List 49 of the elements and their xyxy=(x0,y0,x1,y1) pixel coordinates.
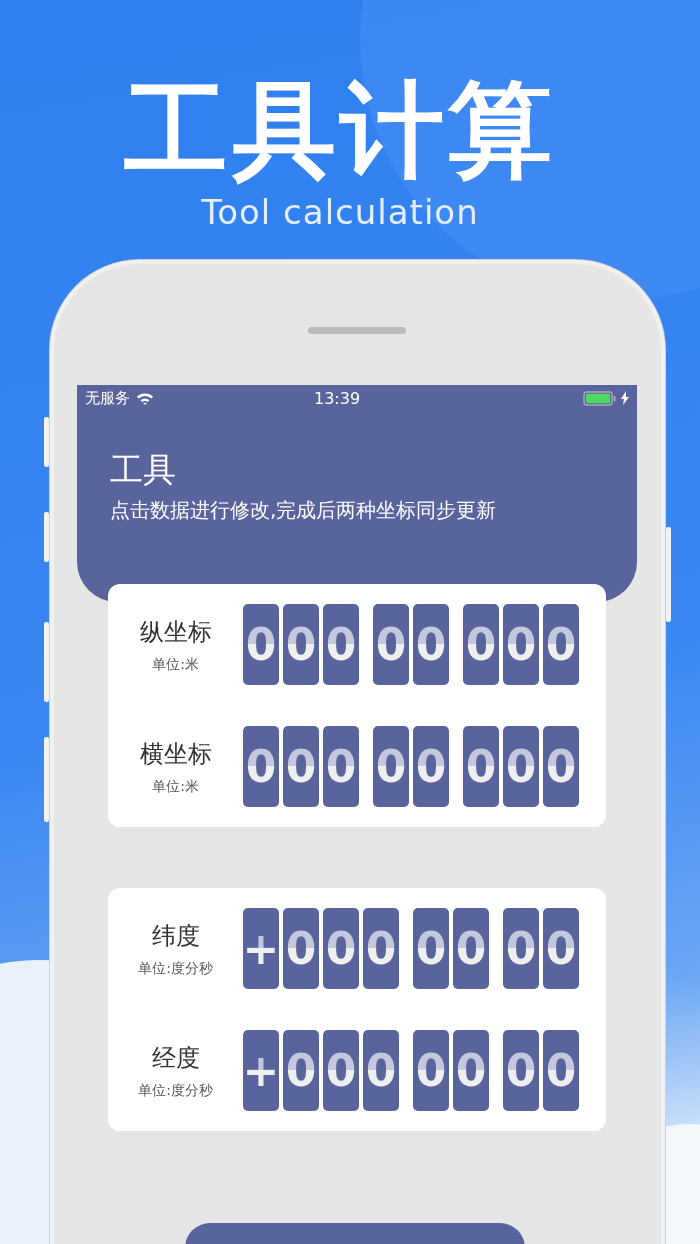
header-subtitle: 点击数据进行修改,完成后两种坐标同步更新 xyxy=(110,497,498,524)
digit-tile[interactable]: 0 xyxy=(283,1030,319,1111)
header-title: 工具 xyxy=(110,449,177,491)
digit-tile[interactable]: 0 xyxy=(363,908,399,989)
field-label: 纬度 xyxy=(151,920,200,952)
wifi-icon xyxy=(136,391,154,405)
digit-tile[interactable]: 0 xyxy=(283,604,319,685)
digit-tile[interactable]: 0 xyxy=(503,604,539,685)
digit-tile[interactable]: 0 xyxy=(323,908,359,989)
digit-tile[interactable]: 0 xyxy=(243,604,279,685)
digit-tile[interactable]: 0 xyxy=(413,726,449,807)
digit-tile[interactable]: 0 xyxy=(543,1030,579,1111)
field-label: 经度 xyxy=(151,1042,200,1074)
carrier-label: 无服务 xyxy=(85,388,130,408)
unit-label: 单位:度分秒 xyxy=(138,959,213,978)
digit-tile[interactable]: 0 xyxy=(283,726,319,807)
charging-icon xyxy=(621,391,629,405)
digit-tile[interactable]: 0 xyxy=(323,604,359,685)
status-time: 13:39 xyxy=(314,388,361,408)
digit-tile[interactable]: 0 xyxy=(463,726,499,807)
digit-tile[interactable]: 0 xyxy=(323,1030,359,1111)
digit-tile[interactable]: 0 xyxy=(243,726,279,807)
unit-label: 单位:米 xyxy=(152,777,199,796)
digit-tile[interactable]: 0 xyxy=(373,726,409,807)
digit-tile[interactable]: 0 xyxy=(413,1030,449,1111)
field-label: 横坐标 xyxy=(139,738,212,770)
field-label: 纵坐标 xyxy=(139,616,212,648)
digit-tile[interactable]: + xyxy=(243,1030,279,1111)
digit-tile[interactable]: 0 xyxy=(413,908,449,989)
digit-tile[interactable]: 0 xyxy=(503,908,539,989)
digit-tile[interactable]: 0 xyxy=(323,726,359,807)
digit-tile[interactable]: + xyxy=(243,908,279,989)
battery-icon xyxy=(583,390,617,406)
digit-tile[interactable]: 0 xyxy=(543,908,579,989)
digit-tile[interactable]: 0 xyxy=(413,604,449,685)
digit-tile[interactable]: 0 xyxy=(373,604,409,685)
digit-tile[interactable]: 0 xyxy=(543,726,579,807)
digit-tile[interactable]: 0 xyxy=(363,1030,399,1111)
digit-tile[interactable]: 0 xyxy=(453,1030,489,1111)
digit-tile[interactable]: 0 xyxy=(453,908,489,989)
digit-tile[interactable]: 0 xyxy=(503,1030,539,1111)
digit-tile[interactable]: 0 xyxy=(503,726,539,807)
unit-label: 单位:米 xyxy=(152,655,199,674)
digit-tile[interactable]: 0 xyxy=(283,908,319,989)
unit-label: 单位:度分秒 xyxy=(138,1081,213,1100)
digit-tile[interactable]: 0 xyxy=(463,604,499,685)
promo-title: 工具计算 xyxy=(124,70,556,190)
promo-subtitle: Tool calculation xyxy=(201,192,479,232)
digit-tile[interactable]: 0 xyxy=(543,604,579,685)
